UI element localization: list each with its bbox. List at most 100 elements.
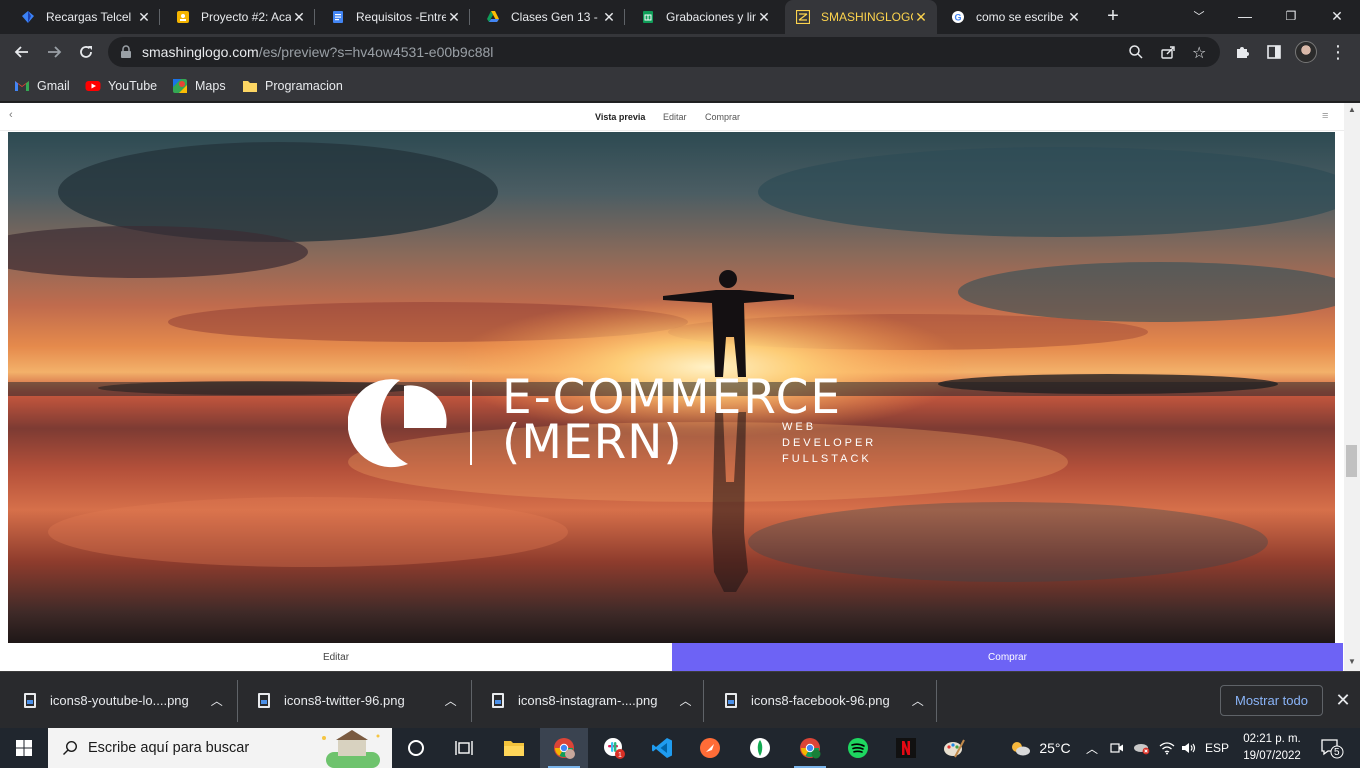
close-icon[interactable]: ✕ [1334, 689, 1352, 711]
reload-button[interactable] [70, 36, 102, 68]
spotify-button[interactable] [834, 728, 882, 768]
postman-button[interactable] [686, 728, 734, 768]
site-nav-bar: ‹ Vista previa Editar Comprar ≡ [0, 103, 1344, 131]
close-icon[interactable]: ✕ [446, 9, 462, 26]
download-item[interactable]: icons8-facebook-96.png ︿ [701, 672, 937, 729]
download-item[interactable]: icons8-twitter-96.png ︿ [234, 672, 472, 729]
profile-button[interactable] [1290, 36, 1322, 68]
tab-proyecto[interactable]: Proyecto #2: Aca ✕ [165, 0, 315, 34]
tab-separator [159, 9, 160, 25]
tab-grabaciones[interactable]: Grabaciones y lin ✕ [630, 0, 780, 34]
share-icon[interactable] [1160, 44, 1176, 65]
paint-button[interactable] [930, 728, 978, 768]
clock[interactable]: 02:21 p. m. 19/07/2022 [1232, 731, 1312, 765]
tab-recargas-telcel[interactable]: Recargas Telcel ✕ [10, 0, 160, 34]
slack-button[interactable]: 1 [590, 728, 638, 768]
chevron-up-icon[interactable]: ︿ [912, 692, 924, 709]
nav-edit-link[interactable]: Editar [663, 112, 687, 122]
close-icon[interactable]: ✕ [913, 9, 929, 26]
netflix-button[interactable] [882, 728, 930, 768]
chrome-icon [554, 738, 575, 759]
vertical-scrollbar[interactable]: ▲ ▼ [1344, 103, 1360, 671]
wifi-icon [1159, 742, 1175, 755]
download-item[interactable]: icons8-instagram-....png ︿ [468, 672, 704, 729]
chevron-up-icon[interactable]: ︿ [679, 692, 691, 709]
restore-button[interactable]: ❐ [1268, 0, 1314, 32]
back-chevron-icon[interactable]: ‹ [9, 109, 13, 121]
chevron-up-icon[interactable]: ︿ [445, 692, 457, 709]
reload-icon [80, 46, 92, 58]
file-icon [725, 693, 737, 708]
chevron-up-icon[interactable]: ︿ [211, 692, 223, 709]
minimize-button[interactable]: — [1222, 0, 1268, 32]
show-hidden-icons-button[interactable]: ︿ [1084, 728, 1100, 768]
tab-separator [469, 9, 470, 25]
download-filename: icons8-facebook-96.png [751, 693, 890, 708]
network-button[interactable] [1158, 728, 1176, 768]
tab-smashinglogo[interactable]: SMASHINGLOGO ✕ [785, 0, 937, 34]
zoom-icon[interactable] [1128, 44, 1144, 65]
divider [936, 680, 937, 722]
clock-date: 19/07/2022 [1243, 750, 1301, 762]
search-icon [63, 740, 78, 755]
buy-button[interactable]: Comprar [672, 643, 1343, 671]
bookmark-star-icon[interactable]: ☆ [1192, 43, 1206, 63]
close-icon[interactable]: ✕ [291, 9, 307, 26]
chrome-profile-button[interactable] [540, 728, 588, 768]
tab-title: como se escribe [976, 10, 1064, 24]
scroll-up-icon[interactable]: ▲ [1348, 105, 1356, 114]
bookmark-folder-programacion[interactable]: Programacion [242, 76, 343, 96]
download-item[interactable]: icons8-youtube-lo....png ︿ [0, 672, 238, 729]
chrome-button[interactable] [786, 728, 834, 768]
page-action-bar: Editar Comprar [0, 643, 1344, 671]
show-all-downloads-button[interactable]: Mostrar todo [1220, 685, 1323, 716]
page-viewport: ‹ Vista previa Editar Comprar ≡ E-COMMER… [0, 103, 1360, 671]
task-view-button[interactable] [392, 728, 440, 768]
tab-clases-gen[interactable]: Clases Gen 13 - N ✕ [475, 0, 625, 34]
address-bar[interactable]: smashinglogo.com/es/preview?s=hv4ow4531-… [108, 37, 1220, 67]
close-icon[interactable]: ✕ [756, 9, 772, 26]
bookmark-label: Programacion [265, 79, 343, 93]
tab-separator [624, 9, 625, 25]
slack-icon: 1 [604, 738, 625, 759]
vscode-button[interactable] [638, 728, 686, 768]
file-explorer-button[interactable] [490, 728, 538, 768]
nav-buy-link[interactable]: Comprar [705, 112, 740, 122]
side-panel-button[interactable] [1258, 36, 1290, 68]
tab-como-se-escribe[interactable]: G como se escribe ✕ [940, 0, 1090, 34]
close-window-button[interactable]: ✕ [1314, 0, 1360, 32]
close-icon[interactable]: ✕ [136, 9, 152, 26]
task-view-icon-button[interactable] [440, 728, 488, 768]
close-icon[interactable]: ✕ [1066, 9, 1082, 26]
mongodb-compass-button[interactable] [736, 728, 784, 768]
vscode-icon [652, 738, 672, 758]
input-language-button[interactable]: ESP [1202, 728, 1232, 768]
meet-now-button[interactable] [1108, 728, 1126, 768]
tab-requisitos[interactable]: Requisitos -Entre ✕ [320, 0, 470, 34]
taskbar-search-box[interactable]: Escribe aquí para buscar [48, 728, 392, 768]
bookmark-youtube[interactable]: YouTube [85, 76, 157, 96]
scrollbar-thumb[interactable] [1346, 445, 1357, 477]
chevron-up-icon: ︿ [1085, 741, 1098, 756]
close-icon[interactable]: ✕ [601, 9, 617, 26]
new-tab-button[interactable]: + [1100, 5, 1126, 29]
onedrive-status-button[interactable] [1132, 728, 1152, 768]
scroll-down-icon[interactable]: ▼ [1348, 657, 1356, 666]
forward-button[interactable] [38, 36, 70, 68]
tab-search-button[interactable]: ﹀ [1176, 0, 1222, 32]
gmail-icon [15, 81, 29, 91]
nav-preview-link[interactable]: Vista previa [595, 112, 645, 122]
edit-button[interactable]: Editar [0, 643, 672, 671]
extensions-button[interactable] [1226, 36, 1258, 68]
menu-button[interactable]: ⋮ [1322, 36, 1354, 68]
volume-button[interactable] [1180, 728, 1198, 768]
notification-center-button[interactable]: 5 [1316, 728, 1348, 768]
hamburger-menu-icon[interactable]: ≡ [1322, 110, 1328, 122]
download-filename: icons8-youtube-lo....png [50, 693, 189, 708]
lock-icon[interactable] [120, 45, 132, 64]
bookmark-gmail[interactable]: Gmail [14, 76, 70, 96]
back-button[interactable] [6, 36, 38, 68]
weather-widget[interactable]: 25°C [1006, 728, 1074, 768]
start-button[interactable] [0, 728, 48, 768]
bookmark-maps[interactable]: Maps [172, 76, 226, 96]
